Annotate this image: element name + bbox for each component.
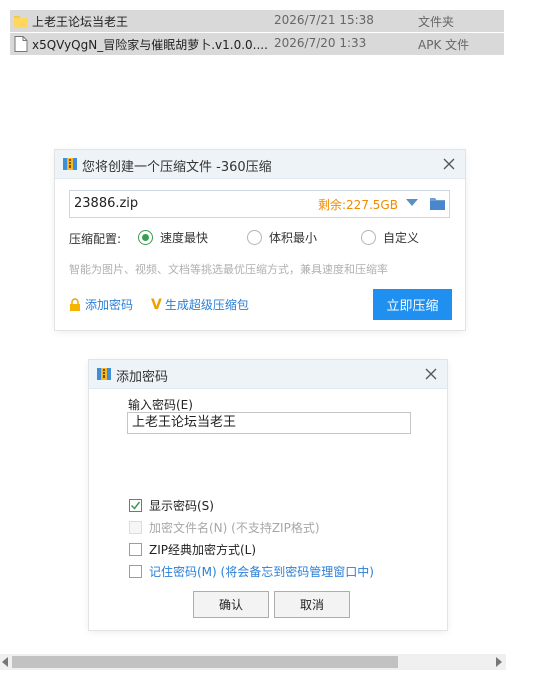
remember-password-checkbox[interactable]: 记住密码(M) (将会备忘到密码管理窗口中) — [129, 563, 374, 580]
enter-password-label: 输入密码(E) — [128, 398, 193, 412]
file-row-apk[interactable]: x5QVyQgN_冒险家与催眠胡萝卜.v1.0.0.... 2026/7/20 … — [10, 33, 504, 55]
checkbox-label: 记住密码(M) (将会备忘到密码管理窗口中) — [149, 565, 374, 579]
checkbox-checked-icon — [129, 499, 142, 512]
radio-icon — [361, 230, 376, 245]
compress-dialog-titlebar[interactable]: 您将创建一个压缩文件 -360压缩 — [55, 150, 465, 179]
file-name: x5QVyQgN_冒险家与催眠胡萝卜.v1.0.0.... — [32, 38, 268, 52]
scroll-left-icon[interactable] — [2, 657, 8, 667]
checkbox-label: ZIP经典加密方式(L) — [149, 543, 257, 557]
file-row-folder[interactable]: 上老王论坛当老王 2026/7/21 15:38 文件夹 — [10, 10, 504, 32]
file-date: 2026/7/21 15:38 — [274, 13, 374, 27]
password-dialog-title: 添加密码 — [116, 370, 169, 385]
compress-now-button[interactable]: 立即压缩 — [373, 289, 452, 320]
close-button[interactable] — [419, 362, 443, 386]
show-password-checkbox[interactable]: 显示密码(S) — [129, 497, 214, 514]
checkbox-label: 显示密码(S) — [149, 499, 214, 513]
password-dialog-titlebar[interactable]: 添加密码 — [89, 360, 447, 389]
compress-config-label: 压缩配置: — [69, 232, 122, 246]
radio-label: 速度最快 — [160, 231, 209, 245]
compress-dialog: 您将创建一个压缩文件 -360压缩 23886.zip 剩余:227.5GB 压… — [55, 150, 465, 330]
checkbox-icon — [129, 565, 142, 578]
close-icon — [443, 158, 455, 170]
super-compress-link[interactable]: V 生成超级压缩包 — [151, 296, 249, 313]
radio-smallest[interactable]: 体积最小 — [247, 229, 317, 246]
horizontal-scrollbar[interactable] — [0, 654, 506, 670]
radio-label: 体积最小 — [269, 231, 318, 245]
lock-icon — [70, 298, 80, 311]
radio-selected-icon — [138, 230, 153, 245]
radio-custom[interactable]: 自定义 — [361, 229, 419, 246]
close-icon — [425, 368, 437, 380]
compress-dialog-title: 您将创建一个压缩文件 -360压缩 — [82, 160, 272, 175]
super-compress-label: 生成超级压缩包 — [164, 298, 249, 312]
scroll-right-icon[interactable] — [496, 657, 502, 667]
chevron-down-icon[interactable] — [406, 199, 418, 207]
archive-app-icon — [63, 158, 77, 170]
scrollbar-thumb[interactable] — [12, 656, 398, 668]
checkbox-icon — [129, 543, 142, 556]
file-type: 文件夹 — [418, 15, 455, 29]
checkbox-disabled-icon — [129, 521, 142, 534]
folder-browse-icon[interactable] — [430, 196, 445, 210]
file-list: 上老王论坛当老王 2026/7/21 15:38 文件夹 x5QVyQgN_冒险… — [10, 10, 504, 56]
add-password-link[interactable]: 添加密码 — [69, 296, 133, 313]
radio-icon — [247, 230, 262, 245]
radio-fastest[interactable]: 速度最快 — [138, 229, 208, 246]
cancel-button[interactable]: 取消 — [274, 591, 350, 618]
vip-icon: V — [151, 296, 162, 313]
checkbox-label: 加密文件名(N) (不支持ZIP格式) — [149, 521, 320, 535]
file-name: 上老王论坛当老王 — [32, 15, 129, 29]
file-date: 2026/7/20 1:33 — [274, 36, 367, 50]
output-path-field[interactable]: 23886.zip 剩余:227.5GB — [69, 190, 450, 218]
radio-label: 自定义 — [383, 231, 420, 245]
compress-hint: 智能为图片、视频、文档等挑选最优压缩方式，兼具速度和压缩率 — [69, 263, 388, 276]
password-input[interactable]: 上老王论坛当老王 — [127, 412, 411, 434]
add-password-dialog: 添加密码 输入密码(E) 上老王论坛当老王 显示密码(S) 加密文件名(N) (… — [89, 360, 447, 630]
confirm-button[interactable]: 确认 — [193, 591, 269, 618]
close-button[interactable] — [437, 152, 461, 176]
zip-classic-checkbox[interactable]: ZIP经典加密方式(L) — [129, 541, 256, 558]
encrypt-filenames-checkbox: 加密文件名(N) (不支持ZIP格式) — [129, 519, 320, 536]
folder-icon — [14, 16, 28, 28]
free-space-label: 剩余:227.5GB — [318, 198, 398, 212]
zip-filename[interactable]: 23886.zip — [74, 196, 138, 211]
archive-app-icon — [97, 368, 111, 380]
file-icon — [14, 36, 28, 52]
add-password-label: 添加密码 — [85, 298, 134, 312]
file-type: APK 文件 — [418, 38, 470, 52]
